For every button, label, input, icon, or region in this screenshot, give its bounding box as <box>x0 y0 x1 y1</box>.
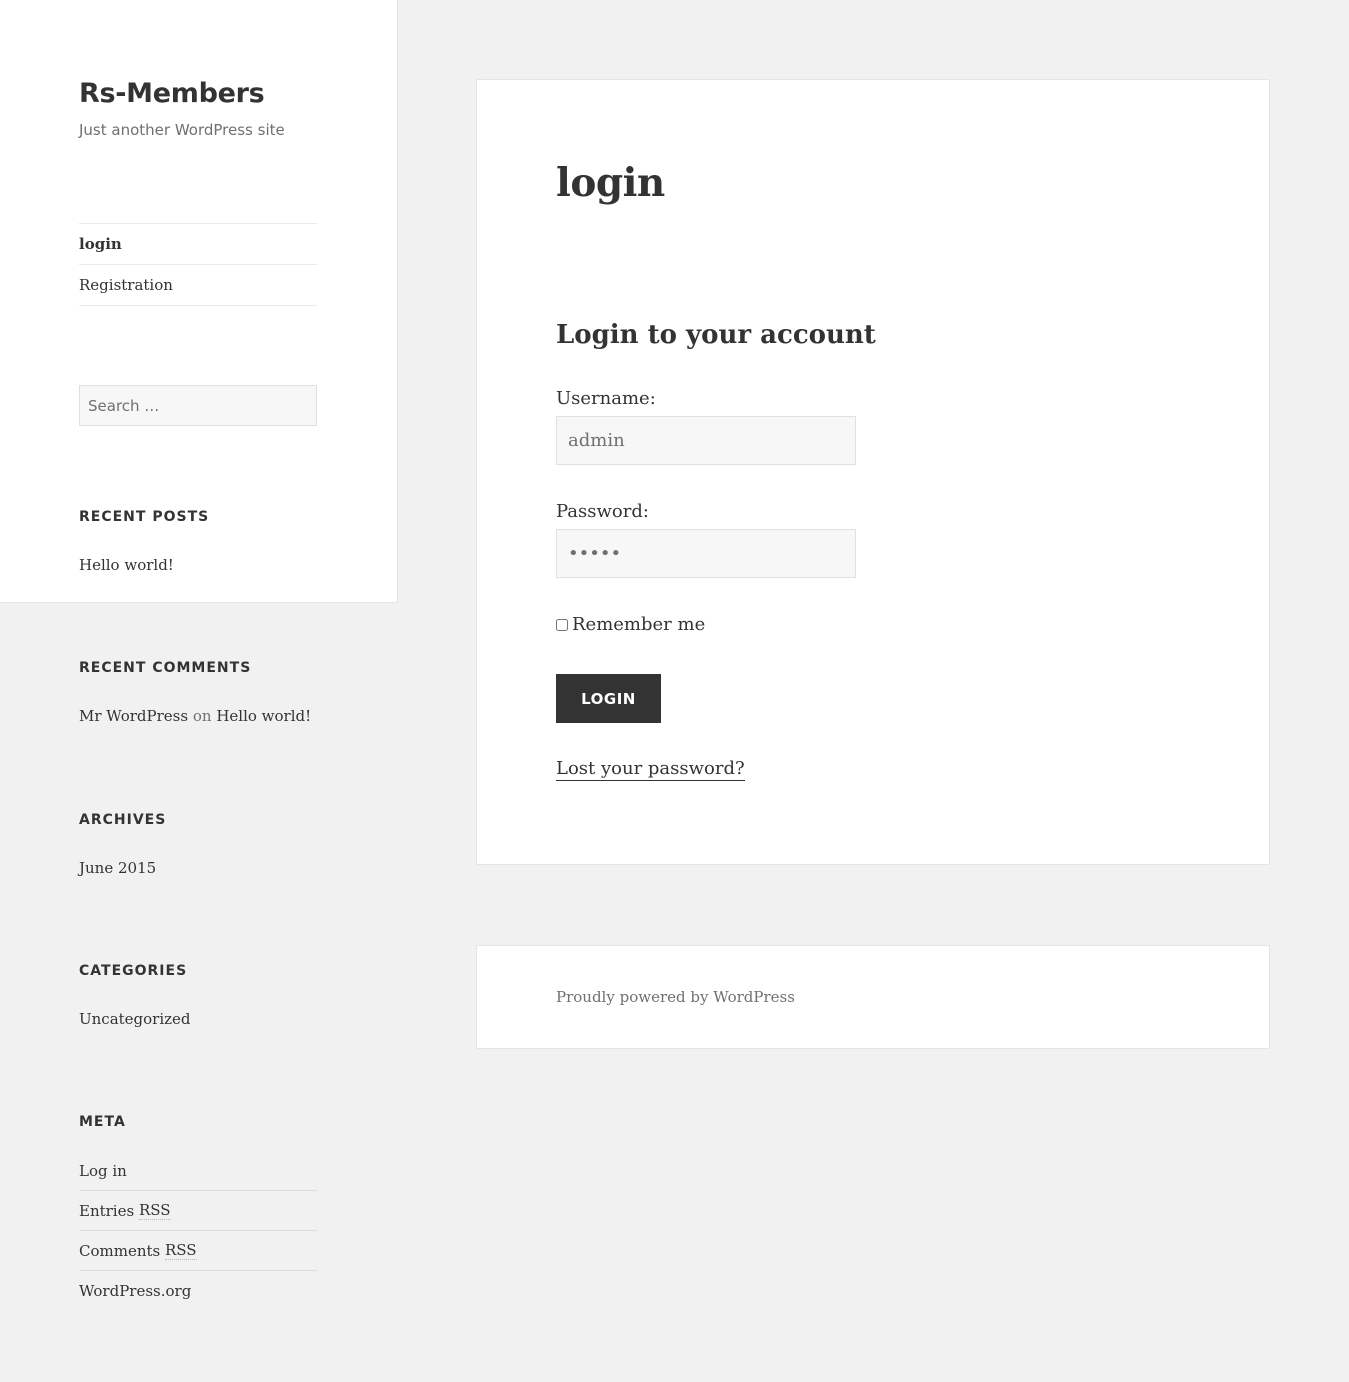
meta-item-label: Comments <box>79 1241 161 1260</box>
site-description: Just another WordPress site <box>79 121 285 139</box>
archive-link[interactable]: June 2015 <box>79 859 156 877</box>
meta-item-comments-rss[interactable]: Comments RSS <box>79 1231 317 1271</box>
recent-posts-title: RECENT POSTS <box>79 509 210 525</box>
meta-item-login[interactable]: Log in <box>79 1151 317 1191</box>
meta-item-label: WordPress.org <box>79 1281 192 1300</box>
remember-me-label: Remember me <box>572 614 706 635</box>
password-label: Password: <box>556 501 649 522</box>
site-title[interactable]: Rs-Members <box>79 78 265 109</box>
main-navigation: login Registration <box>79 223 317 306</box>
lost-password-link[interactable]: Lost your password? <box>556 758 745 781</box>
comment-author-link[interactable]: Mr WordPress <box>79 707 188 725</box>
comment-post-link[interactable]: Hello world! <box>216 707 311 725</box>
rss-abbr: RSS <box>165 1241 197 1260</box>
comment-connector: on <box>192 707 212 725</box>
recent-post-link[interactable]: Hello world! <box>79 556 174 574</box>
meta-list: Log in Entries RSS Comments RSS WordPres… <box>79 1151 317 1310</box>
search-input[interactable] <box>79 385 317 426</box>
page-title: login <box>556 160 665 206</box>
meta-item-label: Log in <box>79 1161 127 1180</box>
password-field[interactable] <box>556 529 856 578</box>
recent-comments-title: RECENT COMMENTS <box>79 660 252 676</box>
recent-comment: Mr WordPress on Hello world! <box>79 707 311 725</box>
site-footer: Proudly powered by WordPress <box>476 945 1270 1049</box>
categories-title: CATEGORIES <box>79 963 188 979</box>
username-label: Username: <box>556 388 656 409</box>
form-heading: Login to your account <box>556 320 876 350</box>
nav-item-registration[interactable]: Registration <box>79 265 317 306</box>
content-card: login Login to your account Username: Pa… <box>476 79 1270 865</box>
nav-item-label: Registration <box>79 276 173 294</box>
category-link[interactable]: Uncategorized <box>79 1010 191 1028</box>
meta-title: META <box>79 1114 126 1130</box>
login-button[interactable]: LOGIN <box>556 674 661 723</box>
remember-me[interactable]: Remember me <box>556 614 705 635</box>
meta-item-wordpress-org[interactable]: WordPress.org <box>79 1271 317 1310</box>
nav-item-login[interactable]: login <box>79 224 317 265</box>
meta-item-entries-rss[interactable]: Entries RSS <box>79 1191 317 1231</box>
powered-by-link[interactable]: Proudly powered by WordPress <box>556 988 795 1006</box>
archives-title: ARCHIVES <box>79 812 167 828</box>
meta-item-label: Entries <box>79 1201 135 1220</box>
rss-abbr: RSS <box>138 1201 171 1220</box>
username-field[interactable] <box>556 416 856 465</box>
remember-me-checkbox[interactable] <box>556 618 568 631</box>
nav-item-label: login <box>79 235 122 253</box>
